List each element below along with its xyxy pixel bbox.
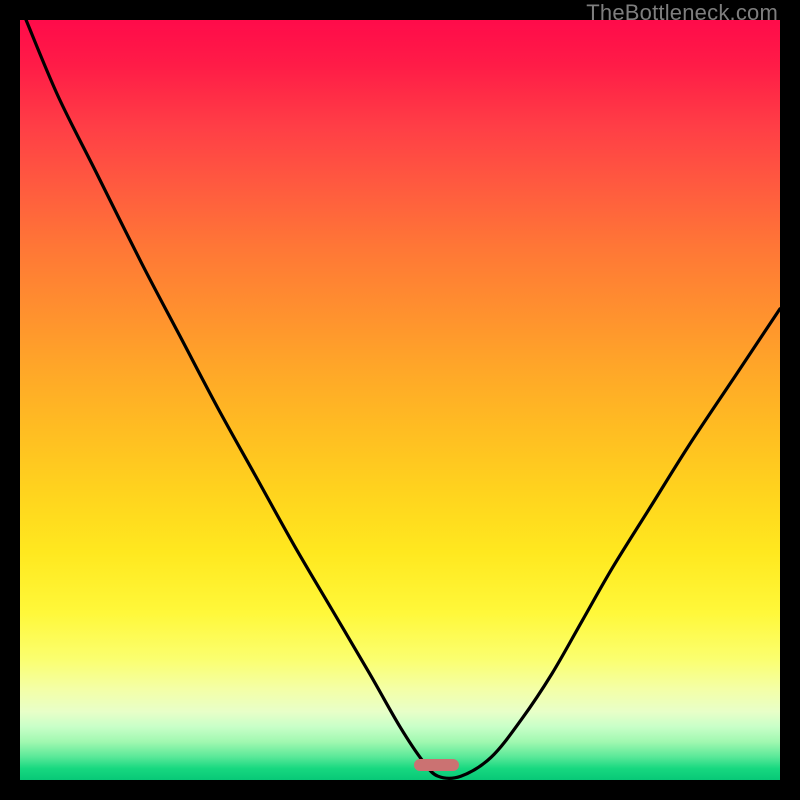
watermark-text: TheBottleneck.com: [586, 0, 778, 26]
plot-area: [20, 20, 780, 780]
bottleneck-curve: [26, 20, 780, 778]
optimal-marker: [414, 759, 460, 771]
chart-frame: TheBottleneck.com: [0, 0, 800, 800]
curve-layer: [20, 20, 780, 780]
